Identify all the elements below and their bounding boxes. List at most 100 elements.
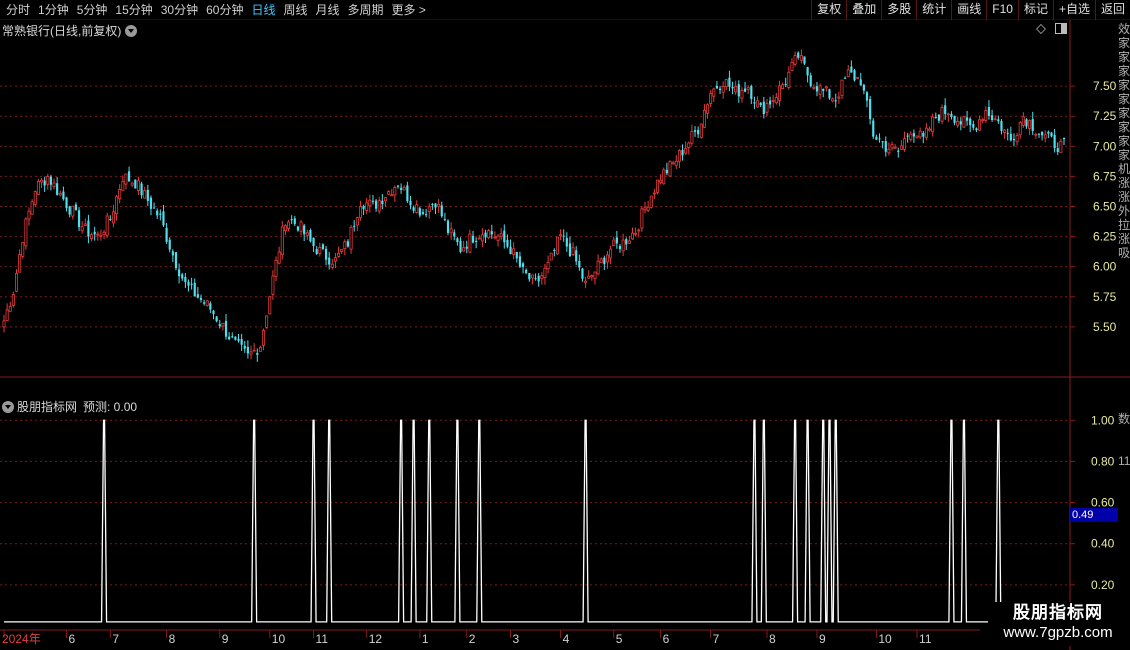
candle-body: [43, 180, 46, 186]
date-label: 8: [769, 632, 776, 646]
period-tab[interactable]: 日线: [247, 0, 279, 20]
candle-body: [959, 121, 962, 125]
candle-body: [715, 85, 719, 89]
candle-body: [884, 140, 887, 152]
candle-body: [865, 92, 869, 101]
candle-body: [734, 85, 738, 93]
candle-body: [584, 280, 588, 283]
period-tab[interactable]: 15分钟: [111, 0, 156, 20]
candle-body: [268, 296, 272, 315]
period-tab[interactable]: 30分钟: [157, 0, 202, 20]
toolbar-button[interactable]: 叠加: [846, 0, 881, 20]
candle-body: [277, 251, 281, 264]
candle-body: [1031, 119, 1034, 132]
candle-body: [1056, 148, 1059, 152]
candle-body: [750, 85, 753, 99]
candle-body: [568, 243, 572, 257]
candle-body: [193, 282, 196, 297]
candle-body: [922, 132, 925, 137]
candle-body: [681, 149, 684, 156]
candle-body: [5, 309, 9, 321]
candle-body: [427, 206, 431, 213]
candle-body: [609, 248, 613, 259]
candle-body: [487, 230, 491, 239]
period-tab[interactable]: 5分钟: [73, 0, 112, 20]
candle-body: [355, 217, 359, 226]
watermark-title: 股朋指标网: [1013, 603, 1103, 622]
candle-body: [553, 250, 556, 252]
candle-body: [365, 202, 369, 211]
period-tab[interactable]: 多周期: [344, 0, 388, 20]
candle-body: [846, 69, 850, 77]
candle-body: [205, 300, 209, 306]
candle-body: [962, 116, 966, 128]
candle-body: [21, 242, 25, 257]
candle-body: [400, 187, 403, 190]
candle-body: [456, 238, 459, 243]
candle-body: [475, 240, 478, 242]
candle-body: [724, 79, 728, 87]
period-tab[interactable]: 60分钟: [202, 0, 247, 20]
candle-body: [1012, 139, 1016, 141]
candle-body: [71, 205, 75, 217]
chart-area[interactable]: 5.50 5.75 6.00 6.25 6.50 6.75 7.00 7.25 7.50 0.20…: [0, 20, 1130, 650]
toolbar-button[interactable]: 标记: [1017, 0, 1053, 20]
indicator-tick-label: 0.80: [1091, 454, 1115, 468]
candle-body: [543, 267, 547, 278]
candle-body: [603, 257, 606, 265]
toolbar-button[interactable]: 画线: [951, 0, 986, 20]
candle-body: [234, 336, 237, 340]
candle-body: [346, 241, 350, 247]
candle-body: [328, 257, 331, 265]
date-label: 1: [422, 632, 429, 646]
price-tick-label: 6.75: [1093, 169, 1117, 183]
period-tab[interactable]: 月线: [312, 0, 344, 20]
candle-body: [418, 208, 421, 216]
toolbar-button[interactable]: 多股: [881, 0, 916, 20]
toolbar-button[interactable]: F10: [986, 0, 1018, 20]
toolbar-button[interactable]: 返回: [1094, 0, 1130, 20]
candle-body: [837, 96, 841, 99]
period-tab[interactable]: 分时: [2, 0, 34, 20]
candle-body: [290, 219, 293, 221]
candle-body: [190, 283, 193, 285]
candle-body: [330, 263, 334, 268]
watermark-url: www.7gpzb.com: [1003, 624, 1113, 641]
candle-body: [565, 238, 568, 247]
candle-body: [575, 250, 578, 262]
date-label: 5: [616, 632, 623, 646]
candle-body: [30, 201, 34, 215]
candle-body: [956, 120, 960, 126]
candle-body: [178, 269, 181, 277]
toolbar-button[interactable]: 复权: [811, 0, 846, 20]
period-tab[interactable]: 周线: [279, 0, 311, 20]
candle-body: [850, 66, 853, 73]
toolbar-button[interactable]: +自选: [1052, 0, 1095, 20]
toolbar-button[interactable]: 统计: [916, 0, 951, 20]
candle-body: [146, 189, 149, 201]
candle-body: [615, 237, 618, 244]
candle-body: [899, 145, 903, 150]
candle-body: [903, 138, 907, 150]
candle-body: [262, 330, 266, 346]
candle-body: [862, 84, 865, 91]
candle-body: [627, 240, 631, 244]
candle-body: [115, 196, 119, 215]
candle-body: [869, 99, 872, 120]
candle-body: [872, 120, 875, 137]
tool-buttons: 复权 叠加 多股 统计 画线 F10 标记 +自选 返回: [811, 0, 1130, 20]
candle-body: [83, 223, 87, 226]
period-tab[interactable]: 更多 >: [388, 0, 430, 20]
candle-body: [1037, 133, 1041, 135]
indicator-line: [4, 419, 1064, 623]
candle-body: [571, 247, 575, 255]
candle-body: [634, 232, 638, 235]
price-tick-label: 6.00: [1093, 260, 1117, 274]
period-tab[interactable]: 1分钟: [34, 0, 73, 20]
right-strip-top: 效家家家家家家家家家机涨涨外拉涨吸: [1118, 22, 1130, 260]
candle-body: [534, 278, 537, 280]
candle-body: [1034, 133, 1038, 136]
candle-body: [878, 138, 881, 140]
candle-body: [402, 186, 406, 191]
candle-body: [640, 208, 644, 229]
